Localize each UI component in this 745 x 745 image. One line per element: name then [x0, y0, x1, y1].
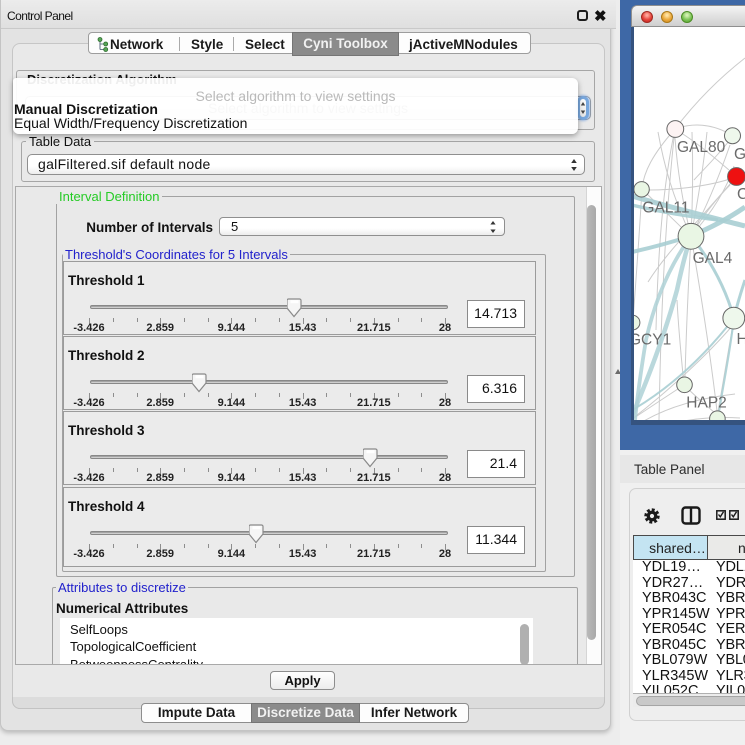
svg-text:GAL: GAL	[734, 146, 745, 163]
svg-text:HAP2: HAP2	[686, 395, 727, 412]
svg-text:GAL80: GAL80	[677, 139, 726, 156]
svg-text:C: C	[737, 186, 745, 203]
svg-text:HIS: HIS	[737, 331, 745, 348]
svg-text:GAL4: GAL4	[693, 250, 733, 267]
svg-text:GAL11: GAL11	[642, 200, 689, 217]
svg-text:GCY1: GCY1	[634, 332, 671, 349]
